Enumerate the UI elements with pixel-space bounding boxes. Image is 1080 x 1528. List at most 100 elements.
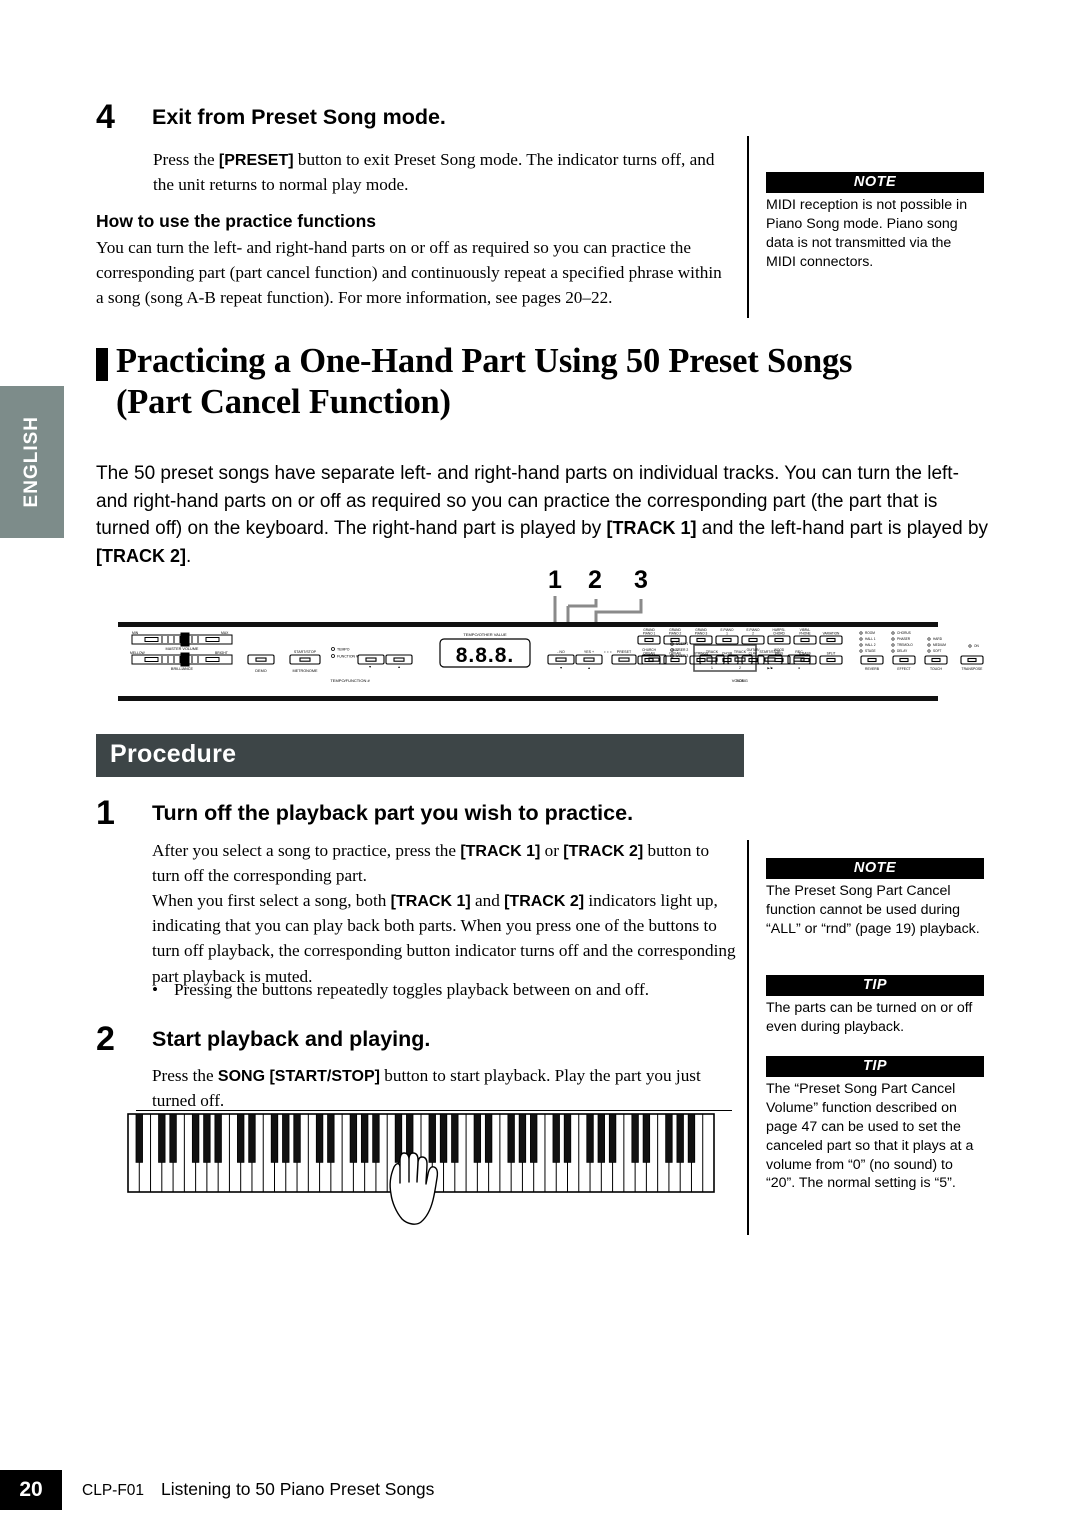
procedure-banner: Procedure bbox=[96, 734, 744, 777]
svg-text:▲: ▲ bbox=[587, 666, 590, 670]
language-tab-label: ENGLISH bbox=[21, 416, 42, 508]
step-2-title: Start playback and playing. bbox=[152, 1027, 431, 1051]
track1-ref-intro: [TRACK 1] bbox=[606, 518, 697, 539]
svg-text:▼: ▼ bbox=[368, 665, 371, 669]
step-1-p2-a: When you first select a song, both bbox=[152, 891, 391, 910]
svg-text:ROOM: ROOM bbox=[865, 631, 875, 635]
svg-text:BRILLIANCE: BRILLIANCE bbox=[171, 667, 194, 671]
svg-text:BRIGHT: BRIGHT bbox=[215, 651, 228, 655]
manual-page: ENGLISH 4 Exit from Preset Song mode. Pr… bbox=[0, 0, 1080, 1528]
note-partcancel-box: NOTE The Preset Song Part Cancel functio… bbox=[766, 858, 984, 939]
svg-text:TEMPO/FUNCTION #: TEMPO/FUNCTION # bbox=[330, 678, 370, 683]
svg-text:TRANSPOSE: TRANSPOSE bbox=[962, 667, 984, 671]
svg-text:TEMPO: TEMPO bbox=[337, 647, 350, 651]
page-number-badge: 20 bbox=[0, 1470, 62, 1510]
tip-volume-label: TIP bbox=[766, 1056, 984, 1077]
svg-text:VARIATION: VARIATION bbox=[823, 632, 840, 636]
step-1-p1-or: or bbox=[540, 841, 564, 860]
svg-text:REVERB: REVERB bbox=[865, 667, 880, 671]
section-bullet-bar bbox=[96, 348, 108, 381]
svg-text:DELAY: DELAY bbox=[897, 649, 908, 653]
section-title-line-1: Practicing a One-Hand Part Using 50 Pres… bbox=[116, 342, 853, 380]
step-2-number: 2 bbox=[96, 1020, 115, 1058]
svg-text:METRONOME: METRONOME bbox=[292, 669, 318, 673]
panel-callouts: 1 2 3 bbox=[96, 566, 936, 626]
procedure-step-1: 1 Turn off the playback part you wish to… bbox=[96, 796, 736, 830]
practice-functions-subhead: How to use the practice functions bbox=[96, 211, 377, 231]
note-midi-label: NOTE bbox=[766, 172, 984, 193]
step-4-title: Exit from Preset Song mode. bbox=[152, 105, 446, 129]
step-1-title: Turn off the playback part you wish to p… bbox=[152, 801, 634, 825]
step-1-paragraph-1: After you select a song to practice, pre… bbox=[152, 838, 737, 888]
svg-text:▼: ▼ bbox=[559, 666, 562, 670]
callout-leader-lines bbox=[553, 596, 643, 626]
svg-text:MELLOW: MELLOW bbox=[130, 651, 145, 655]
voice-section-svg: GRANDPIANO 1 GRANDPIANO 2 GRANDPIANO 3 E… bbox=[637, 628, 984, 683]
svg-text:STRINGS: STRINGS bbox=[694, 652, 708, 656]
song-start-stop-ref: SONG [START/STOP] bbox=[217, 1068, 380, 1085]
svg-text:CHOIR: CHOIR bbox=[722, 652, 733, 656]
svg-text:VOICE: VOICE bbox=[732, 678, 745, 683]
svg-text:1: 1 bbox=[726, 632, 728, 636]
step-4-body: Press the [PRESET] button to exit Preset… bbox=[153, 147, 718, 197]
svg-text:HALL 1: HALL 1 bbox=[865, 637, 876, 641]
tip-parts-body: The parts can be turned on or off even d… bbox=[766, 1000, 973, 1035]
bullet-marker: • bbox=[152, 980, 159, 999]
piano-keyboard-illustration bbox=[126, 1112, 716, 1227]
svg-text:YES +: YES + bbox=[584, 650, 594, 654]
svg-text:PHONE: PHONE bbox=[799, 632, 810, 636]
step-4: 4 Exit from Preset Song mode. bbox=[96, 100, 736, 134]
tip-volume-box: TIP The “Preset Song Part Cancel Volume”… bbox=[766, 1056, 984, 1193]
svg-text:HALL 2: HALL 2 bbox=[865, 643, 876, 647]
track1-ref-step1b: [TRACK 1] bbox=[390, 893, 471, 910]
piano-keyboard-svg bbox=[127, 1113, 715, 1225]
svg-text:PIANO 2: PIANO 2 bbox=[669, 632, 682, 636]
step-4-body-part1: Press the bbox=[153, 150, 219, 169]
note-midi-box: NOTE MIDI reception is not possible in P… bbox=[766, 172, 984, 272]
svg-text:TOUCH: TOUCH bbox=[930, 667, 943, 671]
svg-text:EFFECT: EFFECT bbox=[897, 667, 910, 671]
control-panel-illustration: MIN MAX MASTER VOLUME MELLOW BRIGHT BRIL… bbox=[118, 622, 984, 702]
step-1-p1-a: After you select a song to practice, pre… bbox=[152, 841, 461, 860]
svg-text:PIANO 3: PIANO 3 bbox=[695, 632, 708, 636]
svg-text:PIANO 1: PIANO 1 bbox=[643, 632, 656, 636]
note-partcancel-label: NOTE bbox=[766, 858, 984, 879]
footer-text: CLP-F01 Listening to 50 Piano Preset Song… bbox=[82, 1479, 434, 1500]
step-1-p2-and: and bbox=[470, 891, 505, 910]
svg-text:ORGAN: ORGAN bbox=[643, 652, 655, 656]
svg-text:2: 2 bbox=[752, 632, 754, 636]
section-intro-part2: and the left-hand part is played by bbox=[696, 518, 989, 540]
svg-text:▲: ▲ bbox=[397, 665, 400, 669]
svg-text:- NO: - NO bbox=[557, 650, 565, 654]
preset-button-ref: [PRESET] bbox=[218, 152, 294, 169]
svg-text:8.8.8.: 8.8.8. bbox=[456, 644, 515, 667]
procedure-step-2: 2 Start playback and playing. bbox=[96, 1022, 736, 1056]
column-divider-bottom bbox=[747, 840, 749, 1235]
svg-text:PHASER: PHASER bbox=[897, 637, 911, 641]
svg-text:TREMOLO: TREMOLO bbox=[897, 643, 913, 647]
svg-text:ON: ON bbox=[974, 644, 979, 648]
svg-text:MAX: MAX bbox=[221, 631, 229, 635]
svg-text:CLAV.: CLAV. bbox=[749, 652, 758, 656]
tip-parts-box: TIP The parts can be turned on or off ev… bbox=[766, 975, 984, 1037]
track2-ref-step1a: [TRACK 2] bbox=[563, 843, 644, 860]
svg-text:SOFT: SOFT bbox=[933, 649, 942, 653]
step-4-number: 4 bbox=[96, 98, 115, 136]
svg-text:DEMO: DEMO bbox=[255, 669, 266, 673]
step-1-bullet-text: Pressing the buttons repeatedly toggles … bbox=[174, 980, 650, 999]
svg-text:CHORUS: CHORUS bbox=[897, 631, 911, 635]
footer-model: CLP-F01 bbox=[82, 1482, 145, 1499]
svg-text:TEMPO/OTHER VALUE: TEMPO/OTHER VALUE bbox=[463, 632, 507, 637]
step-1-bullet-item: • Pressing the buttons repeatedly toggle… bbox=[152, 977, 739, 1002]
step-2-paragraph: Press the SONG [START/STOP] button to st… bbox=[152, 1063, 737, 1113]
note-partcancel-body: The Preset Song Part Cancel function can… bbox=[766, 883, 980, 937]
tip-parts-label: TIP bbox=[766, 975, 984, 996]
tip-volume-body: The “Preset Song Part Cancel Volume” fun… bbox=[766, 1081, 974, 1192]
svg-text:START/STOP: START/STOP bbox=[294, 650, 317, 654]
track2-ref-intro: [TRACK 2] bbox=[96, 545, 186, 566]
step-1-paragraph-2: When you first select a song, both [TRAC… bbox=[152, 888, 739, 989]
keyboard-top-rule bbox=[136, 1110, 732, 1111]
svg-text:E.BASS: E.BASS bbox=[799, 652, 811, 656]
footer-chapter: Listening to 50 Piano Preset Songs bbox=[161, 1479, 435, 1499]
track1-ref-step1a: [TRACK 1] bbox=[460, 843, 541, 860]
